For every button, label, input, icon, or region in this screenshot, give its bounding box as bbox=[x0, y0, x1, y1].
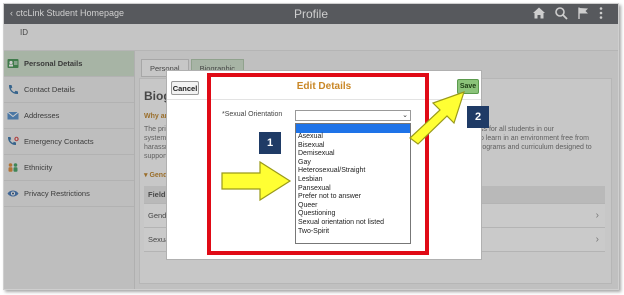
step-badge-2: 2 bbox=[467, 106, 489, 128]
arrow-right-icon bbox=[221, 160, 292, 202]
step-badge-1: 1 bbox=[259, 132, 281, 154]
arrow-up-right-icon bbox=[409, 91, 465, 145]
